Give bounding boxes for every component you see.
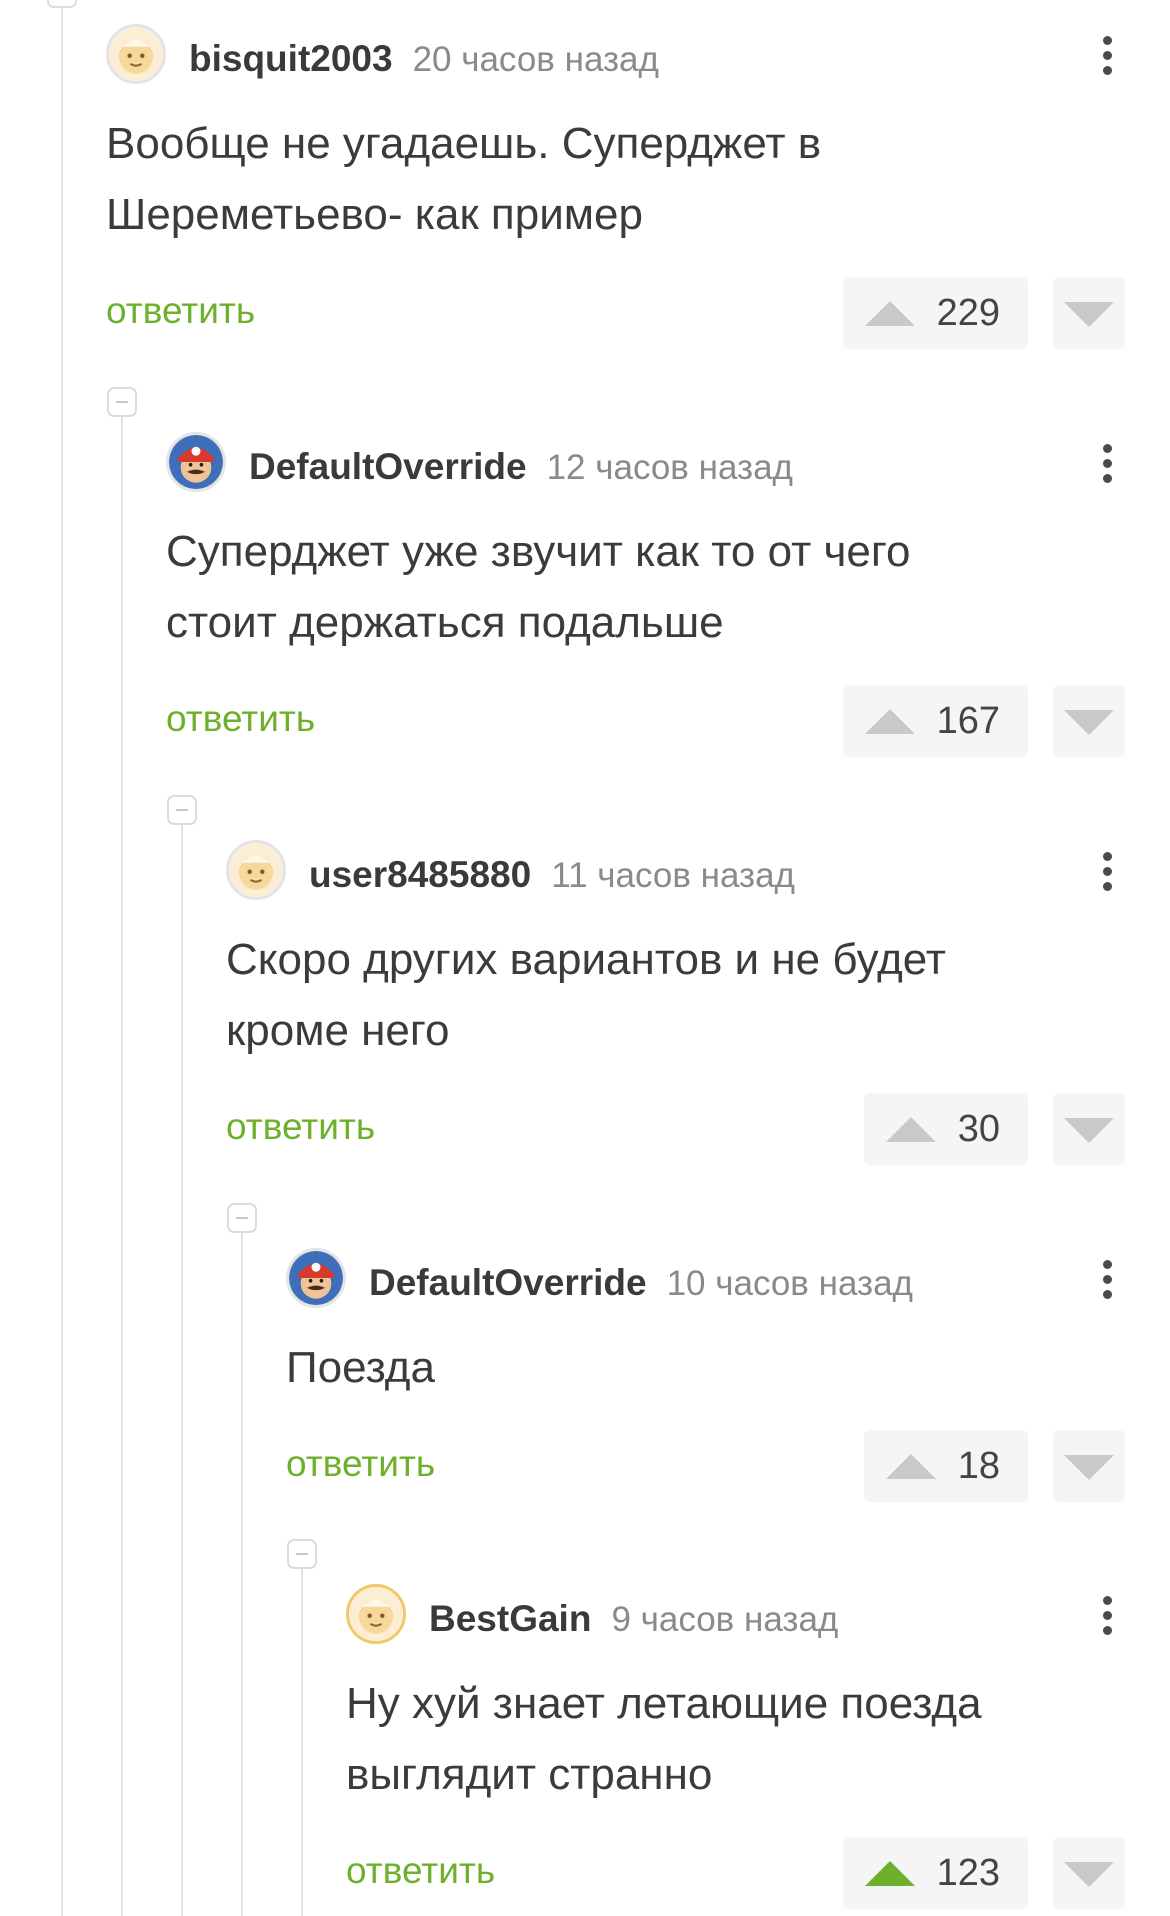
collapse-thread-toggle[interactable] (167, 795, 197, 825)
more-options-icon[interactable] (1095, 1254, 1119, 1306)
comment-text: Скоро других вариантов и не будет кроме … (226, 924, 1125, 1066)
mario-avatar-icon[interactable] (286, 1248, 346, 1308)
username[interactable]: BestGain (429, 1598, 591, 1639)
rating-count: 167 (936, 699, 1000, 742)
comment-text-line: кроме него (226, 1006, 450, 1055)
thread-line (181, 824, 183, 1916)
comment-text-line: Ну хуй знает летающие поезда (346, 1679, 982, 1728)
comment-text: Суперджет уже звучит как то от чего стои… (166, 516, 1125, 658)
downvote-arrow-icon[interactable] (1053, 1093, 1125, 1165)
collapse-thread-toggle[interactable] (227, 1203, 257, 1233)
comment: bisquit2003 20 часов назад Вообще не угад… (106, 24, 1125, 349)
reply-button[interactable]: ответить (226, 1106, 375, 1148)
rating-count: 123 (936, 1851, 1000, 1894)
comment-text-line: Суперджет уже звучит как то от чего (166, 527, 911, 576)
thread-line (121, 416, 123, 1916)
mario-avatar-icon[interactable] (166, 432, 226, 492)
comment: DefaultOverride 10 часов назад Поезда отв… (286, 1248, 1125, 1502)
username[interactable]: user8485880 (309, 854, 531, 895)
downvote-arrow-icon[interactable] (1053, 277, 1125, 349)
upvote-arrow-icon[interactable] (864, 1860, 915, 1886)
downvote-arrow-icon[interactable] (1053, 1430, 1125, 1502)
more-options-icon[interactable] (1095, 1590, 1119, 1642)
comment-time: 11 часов назад (551, 856, 795, 895)
comment-header: DefaultOverride 10 часов назад (286, 1248, 1125, 1308)
reply-button[interactable]: ответить (346, 1850, 495, 1892)
username-link[interactable]: bisquit2003 20 часов назад (189, 38, 659, 80)
comment-time: 9 часов назад (611, 1600, 839, 1639)
downvote-arrow-icon[interactable] (1053, 1837, 1125, 1909)
rating-count: 18 (957, 1444, 1000, 1487)
comment-time: 10 часов назад (666, 1264, 913, 1303)
thread-line (61, 0, 63, 1916)
username-link[interactable]: DefaultOverride 10 часов назад (369, 1262, 913, 1304)
comment-header: BestGain 9 часов назад (346, 1584, 1125, 1644)
comment-time: 12 часов назад (546, 448, 793, 487)
default-avatar-icon[interactable] (346, 1584, 406, 1644)
collapse-thread-toggle[interactable] (107, 387, 137, 417)
comment-actions: ответить 229 (106, 277, 1125, 349)
upvote-arrow-icon[interactable] (864, 300, 915, 326)
rating-box: 229 (842, 277, 1028, 349)
comment-time: 20 часов назад (412, 40, 659, 79)
reply-button[interactable]: ответить (106, 290, 255, 332)
more-options-icon[interactable] (1095, 30, 1119, 82)
comment-actions: ответить 167 (166, 685, 1125, 757)
rating-box: 18 (863, 1430, 1028, 1502)
username[interactable]: DefaultOverride (249, 446, 527, 487)
comment-text-line: выглядит странно (346, 1750, 713, 1799)
reply-button[interactable]: ответить (166, 698, 315, 740)
more-options-icon[interactable] (1095, 438, 1119, 490)
rating-count: 229 (936, 291, 1000, 334)
username-link[interactable]: DefaultOverride 12 часов назад (249, 446, 793, 488)
thread-line (301, 1568, 303, 1916)
rating-box: 167 (842, 685, 1028, 757)
comment-text: Вообще не угадаешь. Суперджет в Шереметь… (106, 108, 1125, 250)
collapse-thread-toggle[interactable] (287, 1539, 317, 1569)
comment-text-line: Шереметьево- как пример (106, 190, 644, 239)
username-link[interactable]: user8485880 11 часов назад (309, 854, 795, 896)
comment-actions: ответить 18 (286, 1430, 1125, 1502)
comment-text: Ну хуй знает летающие поезда выглядит ст… (346, 1668, 1125, 1810)
comment-header: DefaultOverride 12 часов назад (166, 432, 1125, 492)
downvote-arrow-icon[interactable] (1053, 685, 1125, 757)
comment: user8485880 11 часов назад Скоро других в… (226, 840, 1125, 1165)
reply-button[interactable]: ответить (286, 1443, 435, 1485)
default-avatar-icon[interactable] (226, 840, 286, 900)
comment-text: Поезда (286, 1332, 1125, 1403)
rating-box: 123 (842, 1837, 1028, 1909)
comment: BestGain 9 часов назад Ну хуй знает летаю… (346, 1584, 1125, 1909)
more-options-icon[interactable] (1095, 846, 1119, 898)
comment: DefaultOverride 12 часов назад Суперджет … (166, 432, 1125, 757)
rating-box: 30 (863, 1093, 1028, 1165)
comment-text-line: стоит держаться подальше (166, 598, 724, 647)
username[interactable]: bisquit2003 (189, 38, 393, 79)
username[interactable]: DefaultOverride (369, 1262, 647, 1303)
comment-text-line: Вообще не угадаешь. Суперджет в (106, 119, 822, 168)
default-avatar-icon[interactable] (106, 24, 166, 84)
comment-actions: ответить 30 (226, 1093, 1125, 1165)
rating-count: 30 (957, 1107, 1000, 1150)
collapse-thread-toggle[interactable] (47, 0, 77, 8)
comment-text-line: Поезда (286, 1343, 435, 1392)
upvote-arrow-icon[interactable] (885, 1116, 936, 1142)
thread-line (241, 1232, 243, 1916)
comment-header: bisquit2003 20 часов назад (106, 24, 1125, 84)
comment-text-line: Скоро других вариантов и не будет (226, 935, 946, 984)
username-link[interactable]: BestGain 9 часов назад (429, 1598, 838, 1640)
upvote-arrow-icon[interactable] (864, 708, 915, 734)
comment-header: user8485880 11 часов назад (226, 840, 1125, 900)
upvote-arrow-icon[interactable] (885, 1453, 936, 1479)
comment-actions: ответить 123 (346, 1837, 1125, 1909)
